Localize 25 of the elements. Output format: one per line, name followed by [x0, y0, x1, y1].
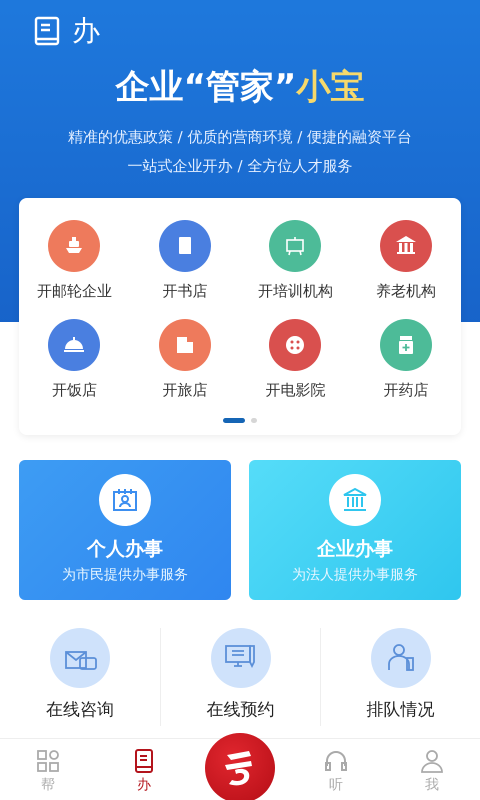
category-label[interactable]: 养老机构 [376, 282, 436, 301]
calendar-icon [99, 474, 151, 526]
category-label[interactable]: 开饭店 [52, 381, 97, 400]
tile-subtitle: 为法人提供办事服务 [292, 566, 418, 584]
service-label[interactable]: 在线预约 [206, 698, 274, 721]
category-label[interactable]: 开电影院 [265, 381, 326, 400]
banner-title: 企业“管家”小宝 [114, 66, 366, 109]
category-label[interactable]: 开药店 [383, 381, 428, 400]
service-label[interactable]: 排队情况 [366, 698, 434, 721]
banner-tagline: 精准的优惠政策 / 优质的营商环境 / 便捷的融资平台 [66, 128, 414, 147]
page-title: 办 [72, 13, 100, 49]
category-label[interactable]: 开书店 [162, 282, 208, 301]
tile-title: 个人办事 [87, 537, 163, 562]
category-label[interactable]: 开邮轮企业 [36, 282, 112, 301]
grid-icon [35, 748, 61, 774]
tile-subtitle: 为市民提供办事服务 [62, 566, 188, 584]
tile-title: 企业办事 [317, 537, 393, 562]
tab-button[interactable]: 办 [96, 739, 192, 800]
headphones-icon [323, 748, 349, 774]
category-label[interactable]: 开旅店 [162, 381, 208, 400]
banner-tagline: 一站式企业开办 / 全方位人才服务 [126, 157, 354, 176]
category-label[interactable]: 开培训机构 [258, 282, 333, 301]
book-icon [34, 16, 60, 46]
bank-icon [329, 474, 381, 526]
service-label[interactable]: 在线咨询 [46, 698, 114, 721]
